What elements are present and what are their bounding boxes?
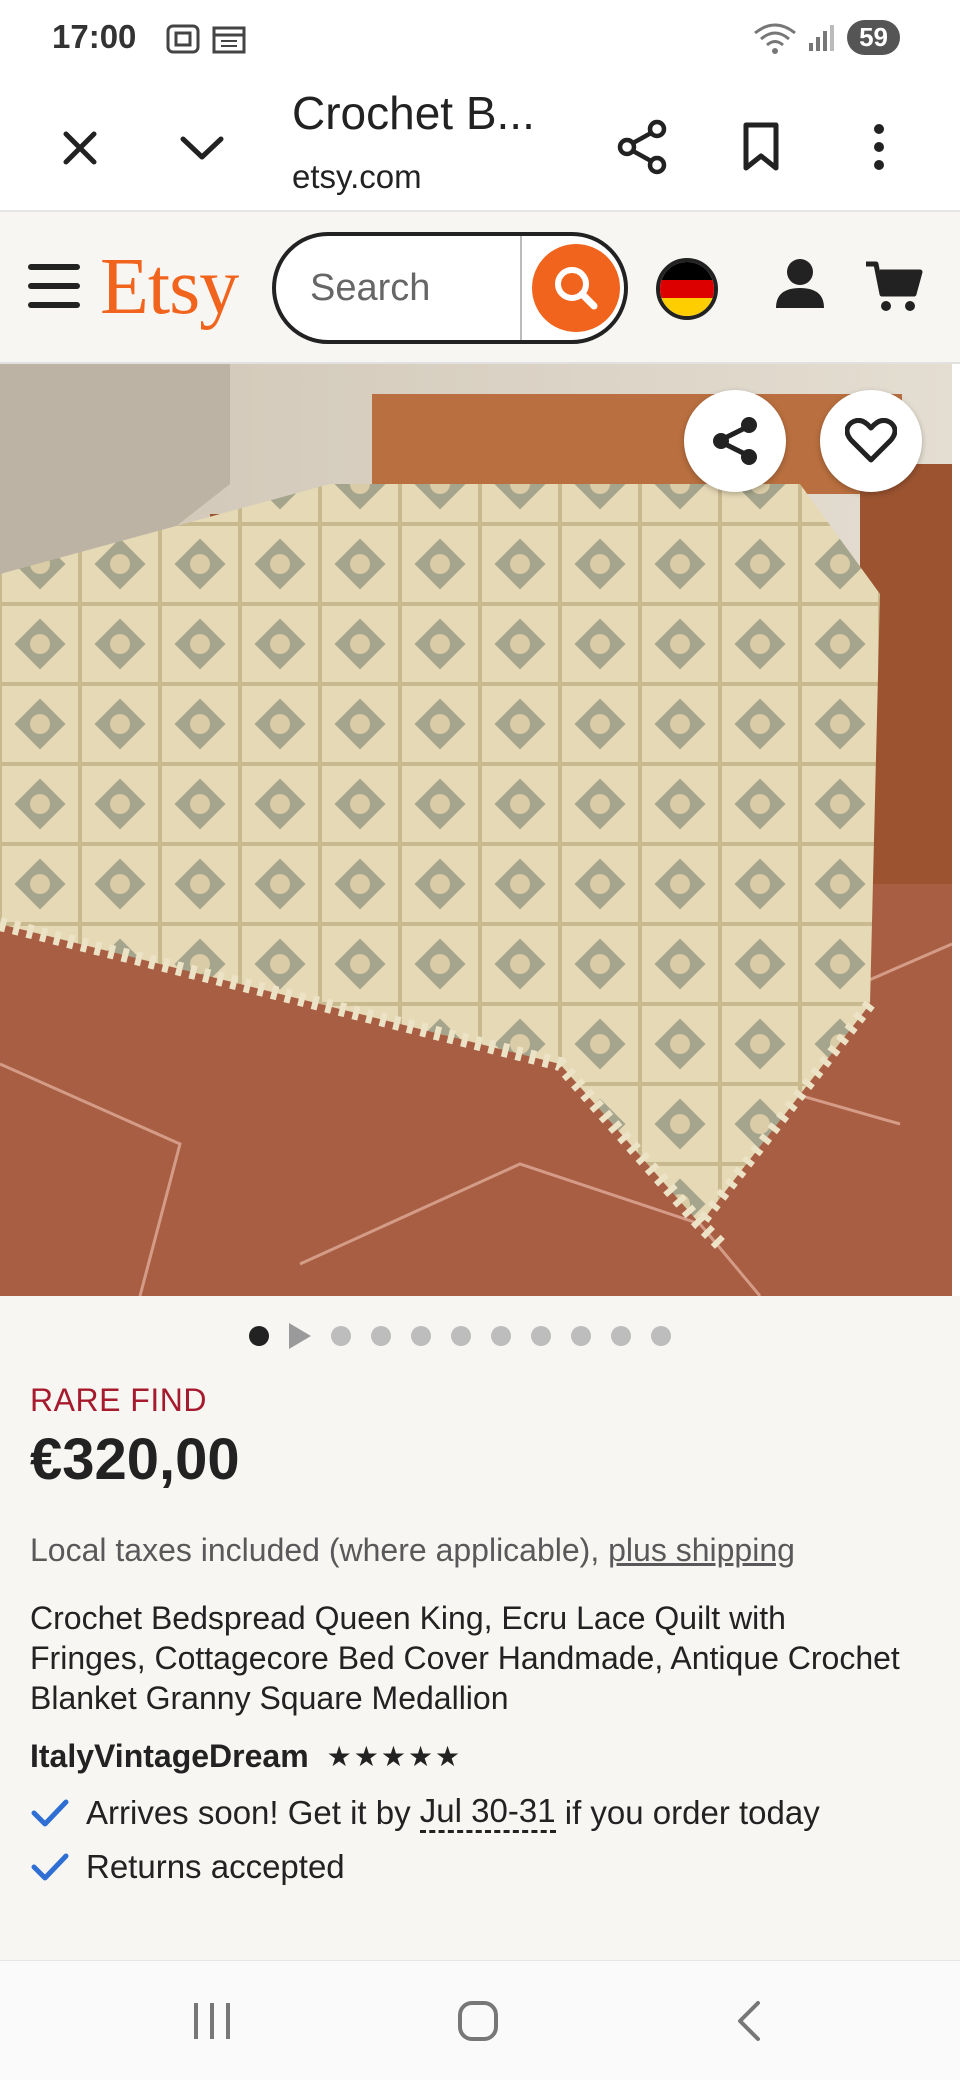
search-input[interactable]	[276, 236, 526, 340]
carousel-dot[interactable]	[571, 1326, 591, 1346]
share-image-button[interactable]	[684, 390, 786, 492]
status-time: 17:00	[52, 18, 137, 55]
etsy-logo[interactable]: Etsy	[100, 242, 239, 333]
calendar-icon	[212, 26, 246, 54]
carousel-dot[interactable]	[491, 1326, 511, 1346]
page-title: Crochet B...	[292, 87, 535, 139]
share-icon	[617, 119, 667, 175]
recents-icon	[194, 2003, 230, 2039]
share-page-button[interactable]	[610, 114, 676, 180]
page-url: etsy.com	[292, 158, 422, 195]
carousel-dot[interactable]	[651, 1326, 671, 1346]
carousel-video-play-icon[interactable]	[289, 1323, 311, 1349]
close-icon	[63, 131, 97, 165]
checkmark-icon	[31, 1853, 69, 1881]
carousel-dot[interactable]	[249, 1326, 269, 1346]
product-image[interactable]	[0, 364, 952, 1296]
image-carousel-indicator	[0, 1296, 960, 1376]
carousel-dot[interactable]	[611, 1326, 631, 1346]
search-button[interactable]	[532, 244, 620, 332]
back-button[interactable]	[728, 1999, 772, 2048]
battery-indicator: 59	[847, 20, 900, 55]
home-icon	[458, 2001, 498, 2041]
browser-toolbar: Crochet B... etsy.com	[0, 78, 960, 212]
heart-icon	[845, 418, 897, 463]
more-vert-icon	[874, 124, 884, 170]
favorite-button[interactable]	[820, 390, 922, 492]
wifi-icon	[754, 23, 797, 54]
product-photo	[0, 364, 952, 1296]
status-notification-icons	[166, 24, 246, 54]
carousel-dot[interactable]	[371, 1326, 391, 1346]
carousel-dot[interactable]	[411, 1326, 431, 1346]
status-bar: 17:00 59	[0, 0, 960, 78]
back-icon	[738, 2001, 760, 2041]
checkmark-icon	[31, 1799, 69, 1826]
etsy-header: Etsy	[0, 212, 960, 364]
cart-icon	[866, 261, 923, 311]
status-system-icons: 59	[753, 20, 900, 55]
search-bar	[272, 232, 628, 344]
shop-name-link[interactable]: ItalyVintageDream	[30, 1738, 309, 1775]
product-info: RARE FIND €320,00 Local taxes included (…	[0, 1376, 960, 1960]
user-icon	[776, 259, 824, 308]
product-title: Crochet Bedspread Queen King, Ecru Lace …	[30, 1600, 900, 1716]
returns-info: Returns accepted	[30, 1848, 345, 1886]
bookmark-icon	[743, 122, 779, 171]
delivery-estimate: Arrives soon! Get it by Jul 30-31 if you…	[30, 1792, 820, 1833]
search-divider	[520, 236, 522, 340]
home-button[interactable]	[456, 1999, 500, 2048]
rating-stars-icon[interactable]: ★★★★★	[327, 1740, 463, 1773]
delivery-dates[interactable]: Jul 30-31	[419, 1792, 556, 1833]
minimize-tab-button[interactable]	[172, 118, 232, 178]
search-icon	[555, 267, 598, 310]
share-icon	[713, 417, 757, 465]
menu-icon[interactable]	[28, 264, 80, 308]
product-price: €320,00	[30, 1427, 240, 1492]
close-tab-button[interactable]	[50, 118, 110, 178]
carousel-dot[interactable]	[331, 1326, 351, 1346]
shipping-link[interactable]: plus shipping	[608, 1532, 795, 1568]
account-button[interactable]	[772, 256, 828, 317]
system-navigation-bar	[0, 1960, 960, 2080]
delivery-suffix: if you order today	[564, 1793, 820, 1831]
recents-button[interactable]	[190, 1999, 234, 2048]
tax-text: Local taxes included (where applicable),	[30, 1532, 609, 1568]
more-options-button[interactable]	[846, 114, 912, 180]
rare-find-badge: RARE FIND	[30, 1382, 207, 1418]
tax-shipping-note: Local taxes included (where applicable),…	[30, 1532, 795, 1569]
screenshot-icon	[166, 24, 200, 54]
chevron-down-icon	[180, 136, 224, 160]
returns-text: Returns accepted	[86, 1848, 345, 1885]
shop-row: ItalyVintageDream ★★★★★	[30, 1738, 462, 1775]
signal-icon	[809, 24, 835, 51]
cart-button[interactable]	[864, 260, 924, 319]
region-flag-icon[interactable]	[656, 258, 718, 320]
bookmark-button[interactable]	[728, 114, 794, 180]
delivery-prefix: Arrives soon! Get it by	[86, 1793, 411, 1831]
carousel-dot[interactable]	[451, 1326, 471, 1346]
carousel-dot[interactable]	[531, 1326, 551, 1346]
